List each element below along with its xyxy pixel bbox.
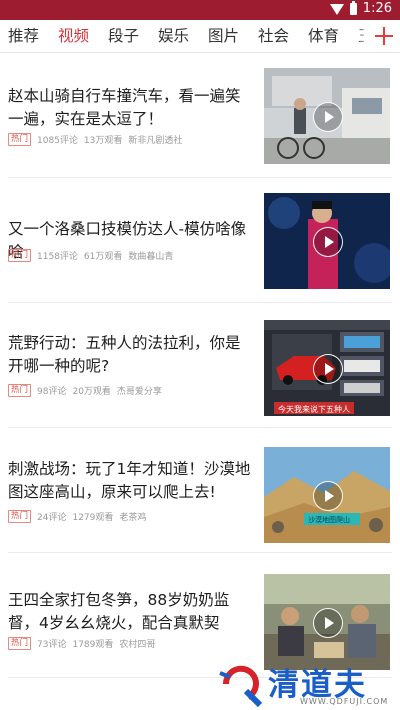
battery-icon — [349, 0, 357, 15]
play-icon[interactable] — [313, 481, 343, 511]
video-thumbnail[interactable]: 沙漠地图爬山 — [264, 447, 390, 543]
comment-count: 98评论 — [37, 387, 67, 397]
item-meta: 热门 24评论 1279观看 老茶鸡 — [8, 510, 152, 523]
comment-count: 24评论 — [37, 513, 67, 523]
view-count: 1789观看 — [72, 640, 114, 650]
feed-item[interactable]: 刺激战场：玩了1年才知道！沙漠地图这座高山，原来可以爬上去! 热门 24评论 1… — [0, 428, 400, 553]
thumb-caption: 今天我来说下五种人 — [278, 405, 350, 414]
hot-badge: 热门 — [8, 384, 32, 397]
hot-badge: 热门 — [8, 510, 32, 523]
item-meta: 热门 1085评论 13万观看 新非凡剧透社 — [8, 133, 188, 146]
wifi-icon — [329, 4, 344, 15]
play-icon[interactable] — [313, 102, 343, 132]
item-title[interactable]: 赵本山骑自行车撞汽车，看一遍笑一遍，实在是太逗了！ — [8, 85, 253, 131]
item-title[interactable]: 刺激战场：玩了1年才知道！沙漠地图这座高山，原来可以爬上去! — [8, 458, 253, 504]
comment-count: 1085评论 — [37, 136, 78, 146]
comment-count: 73评论 — [37, 640, 67, 650]
source-name: 新非凡剧透社 — [128, 136, 183, 146]
item-title[interactable]: 荒野行动：五种人的法拉利，你是开哪一种的呢? — [8, 332, 253, 378]
video-thumbnail[interactable] — [264, 193, 390, 289]
tab-pictures[interactable]: 图片 — [208, 25, 239, 47]
item-title[interactable]: 王四全家打包冬笋，88岁奶奶监督，4岁幺幺烧火，配合真默契 — [8, 589, 253, 635]
source-name: 农村四哥 — [119, 640, 156, 650]
source-name: 数曲暮山青 — [128, 252, 174, 262]
tab-recommend[interactable]: 推荐 — [8, 25, 39, 47]
source-name: 杰哥爱分享 — [116, 387, 162, 397]
watermark-url: WWW.QDFUJI.COM — [300, 697, 389, 706]
view-count: 1279观看 — [72, 513, 114, 523]
tab-society[interactable]: 社会 — [258, 25, 289, 47]
hot-badge: 热门 — [8, 133, 32, 146]
watermark: 清道夫 WWW.QDFUJI.COM — [216, 659, 400, 710]
tab-entertainment[interactable]: 娱乐 — [158, 25, 189, 47]
view-count: 20万观看 — [72, 387, 111, 397]
tab-video[interactable]: 视频 — [58, 25, 89, 47]
hot-badge: 热门 — [8, 249, 32, 262]
watermark-logo-icon — [219, 665, 263, 708]
item-meta: 热门 73评论 1789观看 农村四哥 — [8, 637, 161, 650]
tab-sports[interactable]: 体育 — [308, 25, 339, 47]
thumb-caption: 沙漠地图爬山 — [308, 516, 350, 524]
view-count: 13万观看 — [83, 136, 123, 146]
clock: 1:26 — [362, 1, 392, 16]
source-name: 老茶鸡 — [119, 513, 147, 523]
video-thumbnail[interactable] — [264, 68, 390, 164]
feed-item[interactable]: 荒野行动：五种人的法拉利，你是开哪一种的呢? 热门 98评论 20万观看 杰哥爱… — [0, 303, 400, 428]
comment-count: 1158评论 — [37, 252, 78, 262]
item-meta: 热门 1158评论 61万观看 数曲暮山青 — [8, 249, 179, 262]
category-tab-bar: 推荐 视频 段子 娱乐 图片 社会 体育 王 — [0, 20, 400, 53]
video-thumbnail[interactable] — [264, 574, 390, 670]
feed-item[interactable]: 又一个洛桑口技模仿达人-模仿啥像啥 热门 1158评论 61万观看 数曲暮山青 — [0, 178, 400, 303]
play-icon[interactable] — [313, 227, 343, 257]
hot-badge: 热门 — [8, 637, 32, 650]
view-count: 61万观看 — [83, 252, 123, 262]
video-thumbnail[interactable]: 今天我来说下五种人 — [264, 320, 390, 416]
tab-jokes[interactable]: 段子 — [108, 25, 139, 47]
status-bar: 1:26 — [0, 0, 400, 20]
add-channel-icon[interactable] — [374, 26, 394, 46]
play-icon[interactable] — [313, 354, 343, 384]
play-icon[interactable] — [313, 608, 343, 638]
item-meta: 热门 98评论 20万观看 杰哥爱分享 — [8, 384, 168, 397]
feed-item[interactable]: 赵本山骑自行车撞汽车，看一遍笑一遍，实在是太逗了！ 热门 1085评论 13万观… — [0, 53, 400, 178]
